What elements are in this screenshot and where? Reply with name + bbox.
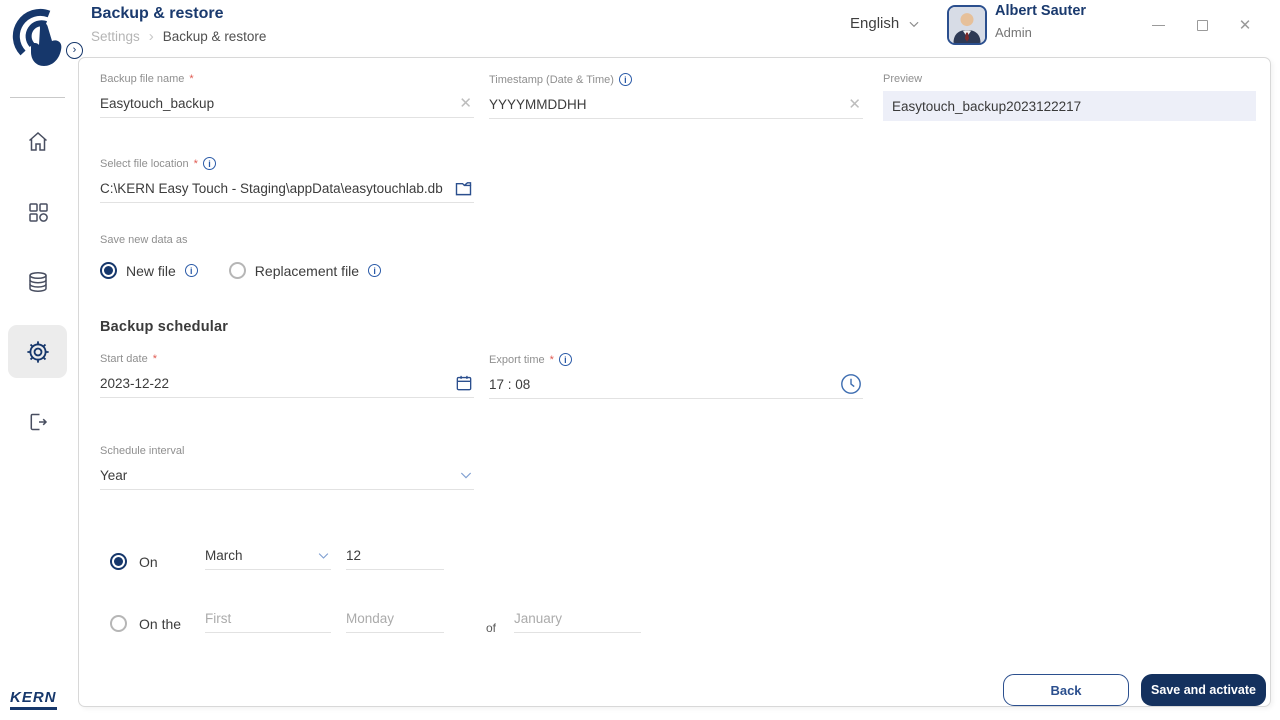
interval-label: Schedule interval [100, 445, 185, 457]
replacement-file-label: Replacement file [254, 262, 360, 279]
gear-icon [26, 340, 49, 363]
backup-restore-page: KERN › Backup & restore Settings › Backu… [0, 0, 1280, 720]
clear-icon[interactable]: ✕ [846, 95, 863, 113]
new-file-label: New file [126, 262, 176, 279]
content-card: Backup file name * Easytouch_backup ✕ Tim… [78, 57, 1271, 707]
on-label: On [139, 553, 158, 570]
timestamp-input[interactable]: YYYYMMDDHH ✕ [489, 90, 863, 119]
radio-on[interactable] [110, 553, 127, 570]
breadcrumb-current: Backup & restore [162, 29, 267, 44]
kern-logo: KERN [10, 689, 57, 710]
scheduler-heading: Backup schedular [100, 319, 229, 335]
backup-file-name-label: Backup file name * [100, 73, 194, 85]
calendar-picker-button[interactable] [454, 373, 474, 393]
on-month-select[interactable]: March [205, 541, 331, 570]
clear-icon[interactable]: ✕ [457, 94, 474, 112]
breadcrumb-separator-icon: › [148, 28, 154, 45]
export-time-input[interactable]: 17 : 08 [489, 370, 863, 399]
home-icon [28, 131, 47, 151]
logout-icon [30, 413, 47, 430]
language-value: English [850, 15, 900, 32]
file-location-label: Select file location * i [100, 157, 474, 170]
sidebar-divider [10, 97, 65, 98]
start-date-field: Start date * 2023-12-22 [100, 353, 474, 398]
language-selector[interactable]: English [850, 15, 921, 32]
required-mark: * [189, 73, 194, 85]
user-role: Admin [995, 25, 1032, 40]
avatar-photo [949, 7, 985, 43]
sidebar-item-modules[interactable] [8, 185, 67, 238]
start-date-input[interactable]: 2023-12-22 [100, 369, 474, 398]
sidebar-item-logout[interactable] [8, 395, 67, 448]
on-day-field: 12 [346, 541, 444, 570]
required-mark: * [193, 157, 198, 170]
save-as-label: Save new data as [100, 234, 188, 246]
on-the-row: On the [110, 615, 181, 632]
on-the-label: On the [139, 615, 182, 632]
breadcrumb-parent[interactable]: Settings [91, 29, 140, 44]
info-icon[interactable]: i [184, 264, 198, 277]
required-mark: * [549, 353, 554, 366]
chevron-down-icon [909, 21, 919, 27]
sidebar-item-database[interactable] [8, 255, 67, 308]
sidebar-item-settings[interactable] [8, 325, 67, 378]
preview-value: Easytouch_backup2023122217 [883, 91, 1256, 121]
page-title: Backup & restore [91, 5, 224, 22]
radio-replacement-file[interactable] [228, 262, 246, 279]
modules-grid-icon [28, 202, 48, 222]
preview-label: Preview [883, 73, 923, 85]
export-time-field: Export time * i 17 : 08 [489, 353, 863, 399]
close-button[interactable]: ✕ [1231, 14, 1259, 36]
preview-field: Preview Easytouch_backup2023122217 [883, 73, 1256, 121]
on-day-input[interactable]: 12 [346, 541, 444, 570]
clock-icon [841, 374, 861, 394]
info-icon[interactable]: i [618, 73, 632, 86]
on-month-field: March [205, 541, 331, 570]
interval-select[interactable]: Year [100, 461, 474, 490]
ordinal-field: First [205, 604, 331, 633]
of-month-field: January [514, 604, 641, 633]
backup-file-name-input[interactable]: Easytouch_backup ✕ [100, 89, 474, 118]
easytouch-logo-icon [12, 8, 62, 67]
sidebar-item-home[interactable] [8, 115, 67, 168]
export-time-label: Export time * i [489, 353, 863, 366]
folder-icon [455, 181, 472, 195]
file-location-field: Select file location * i C:\KERN Easy Tou… [100, 157, 474, 203]
ordinal-select[interactable]: First [205, 604, 331, 633]
of-month-select[interactable]: January [514, 604, 641, 633]
info-icon[interactable]: i [558, 353, 572, 366]
minimize-button[interactable] [1144, 14, 1172, 36]
save-as-group: Save new data as New file i Replacement … [100, 234, 382, 279]
backup-file-name-field: Backup file name * Easytouch_backup ✕ [100, 73, 474, 118]
timestamp-field: Timestamp (Date & Time) i YYYYMMDDHH ✕ [489, 73, 863, 119]
info-icon[interactable]: i [368, 264, 382, 277]
radio-on-the[interactable] [110, 615, 127, 632]
of-label: of [486, 621, 497, 635]
database-icon [28, 271, 47, 292]
timestamp-label: Timestamp (Date & Time) i [489, 73, 863, 86]
interval-field: Schedule interval Year [100, 445, 474, 490]
on-row: On [110, 553, 158, 570]
required-mark: * [152, 353, 157, 365]
weekday-field: Monday [346, 604, 444, 633]
chevron-down-icon [318, 552, 329, 559]
calendar-icon [456, 375, 472, 391]
chevron-down-icon [460, 472, 472, 479]
breadcrumb: Settings › Backup & restore [91, 28, 266, 45]
user-avatar[interactable] [947, 5, 987, 45]
file-location-input[interactable]: C:\KERN Easy Touch - Staging\appData\eas… [100, 174, 474, 203]
info-icon[interactable]: i [202, 157, 216, 170]
weekday-select[interactable]: Monday [346, 604, 444, 633]
save-and-activate-button[interactable]: Save and activate [1141, 674, 1266, 706]
back-button[interactable]: Back [1003, 674, 1129, 706]
user-name: Albert Sauter [995, 3, 1087, 19]
time-picker-button[interactable] [839, 372, 863, 396]
sidebar: KERN [0, 0, 78, 720]
radio-new-file[interactable] [100, 262, 117, 279]
browse-folder-button[interactable] [453, 178, 474, 199]
start-date-label: Start date * [100, 353, 157, 365]
maximize-button[interactable] [1188, 14, 1216, 36]
sidebar-collapse-button[interactable]: › [66, 42, 83, 59]
